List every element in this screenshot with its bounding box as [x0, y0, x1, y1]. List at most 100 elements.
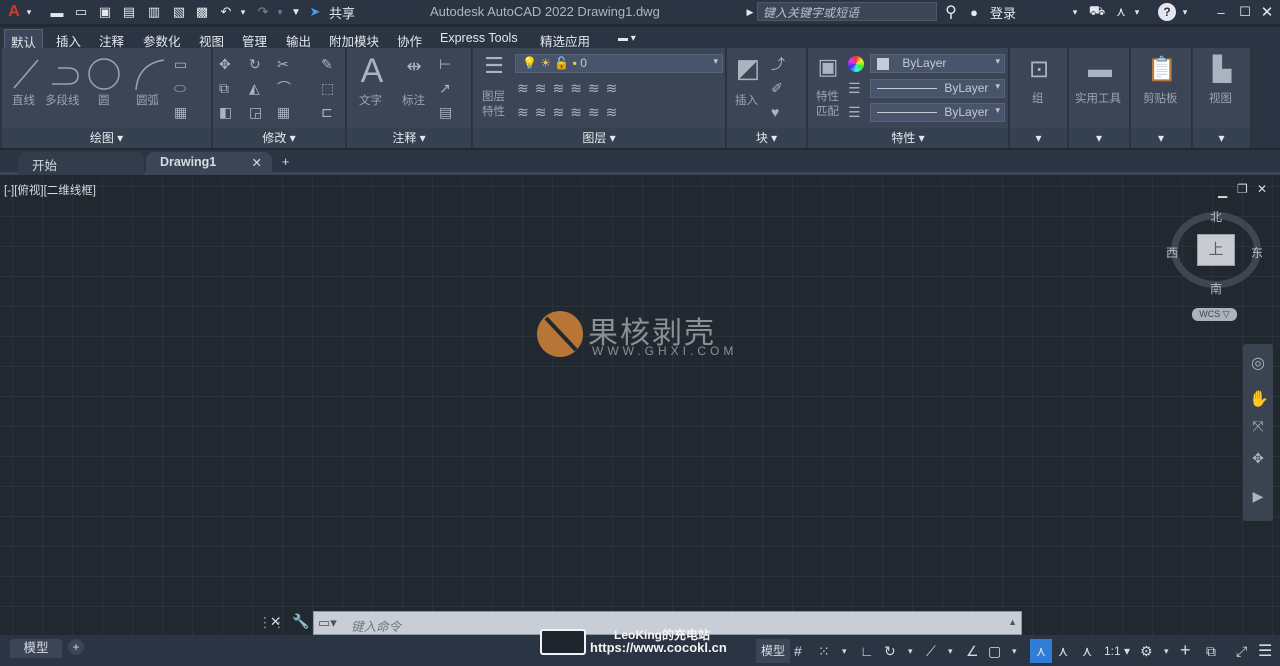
tab-addins[interactable]: 附加模块: [323, 29, 385, 49]
object-snap-tracking-icon[interactable]: ∠: [966, 643, 979, 660]
share-label[interactable]: 共享: [327, 3, 357, 21]
fillet-icon[interactable]: ⌒: [277, 80, 291, 96]
viewport-restore-icon[interactable]: ❐: [1237, 182, 1248, 196]
publish-icon[interactable]: ▥: [145, 3, 163, 21]
cart-icon[interactable]: ⛟: [1088, 3, 1106, 21]
rectangle-icon[interactable]: ▭: [174, 56, 187, 72]
clipboard-panel-title[interactable]: ▾: [1131, 128, 1191, 148]
command-line-close-icon[interactable]: ✕: [270, 614, 281, 630]
object-snap-icon[interactable]: ▢: [988, 643, 1001, 660]
drawing1-tab[interactable]: Drawing1 ✕: [146, 152, 272, 175]
recent-commands-icon[interactable]: ▭▾: [318, 615, 337, 631]
close-icon[interactable]: ✕: [1258, 3, 1276, 21]
utilities-label[interactable]: 实用工具: [1075, 90, 1121, 106]
viewport-minimize-icon[interactable]: ▁: [1218, 184, 1227, 198]
autodesk-app-icon[interactable]: ⋏: [1112, 3, 1130, 21]
login-dropdown-icon[interactable]: ▾: [1070, 3, 1080, 21]
block-attribute-icon[interactable]: ♥: [771, 104, 779, 120]
search-icon[interactable]: ⚲: [941, 3, 961, 21]
clean-screen-icon[interactable]: ⤢: [1236, 643, 1247, 660]
color-dropdown[interactable]: ByLayer ▾: [870, 54, 1005, 73]
tab-view[interactable]: 视图: [193, 29, 230, 49]
wcs-menu-button[interactable]: WCS ▽: [1192, 308, 1237, 321]
user-icon[interactable]: ●: [965, 3, 983, 21]
pan-icon[interactable]: ✋: [1249, 392, 1269, 408]
model-space-button[interactable]: 模型: [756, 639, 790, 663]
color-wheel-icon[interactable]: [848, 56, 864, 72]
group-icon[interactable]: ⊡: [1024, 56, 1054, 84]
linear-dim-icon[interactable]: ⊢: [439, 56, 451, 72]
layer-dropdown[interactable]: 💡 ☀ 🔓 ▪ 0 ▾: [515, 54, 723, 73]
drawing1-tab-close-icon[interactable]: ✕: [252, 155, 262, 170]
line-tool-label[interactable]: 直线: [12, 92, 35, 108]
dimension-tool-label[interactable]: 标注: [402, 92, 425, 108]
save-icon[interactable]: ▣: [96, 3, 114, 21]
steering-wheel-icon[interactable]: ◎: [1249, 356, 1267, 372]
annotate-panel-title[interactable]: 注释 ▾: [347, 128, 471, 148]
viewcube-west[interactable]: 西: [1166, 244, 1178, 261]
redo-icon[interactable]: ↷: [254, 3, 272, 21]
layer-properties-label[interactable]: 图层 特性: [482, 90, 505, 120]
showmotion-icon[interactable]: ▶: [1249, 488, 1267, 504]
object-snap-dropdown-icon[interactable]: ▾: [1012, 646, 1017, 657]
match-properties-label[interactable]: 特性 匹配: [816, 90, 839, 120]
isodraft-dropdown-icon[interactable]: ▾: [948, 646, 953, 657]
drawing-canvas[interactable]: [-][俯视][二维线框] ▁ ❐ ✕ 果核剥壳 WWW.GHXI.COM 北 …: [0, 178, 1280, 635]
help-icon[interactable]: ?: [1158, 3, 1176, 21]
layer-tools-row1-icons[interactable]: ≋≋≋≋≋≋: [517, 80, 627, 96]
search-expand-icon[interactable]: ▶: [744, 3, 756, 21]
stretch-icon[interactable]: ◧: [219, 104, 232, 120]
app-store-dropdown-icon[interactable]: ▾: [1132, 3, 1142, 21]
explode-icon[interactable]: ⬚: [321, 80, 334, 96]
mirror-icon[interactable]: ◭: [249, 80, 260, 96]
share-icon[interactable]: ➤: [306, 3, 324, 21]
layer-tools-row2-icons[interactable]: ≋≋≋≋≋≋: [517, 104, 627, 120]
minimize-icon[interactable]: –: [1212, 3, 1230, 21]
tab-manage[interactable]: 管理: [236, 29, 273, 49]
viewport-close-icon[interactable]: ✕: [1257, 182, 1267, 196]
viewcube-north[interactable]: 北: [1210, 208, 1222, 225]
undo-icon[interactable]: ↶: [217, 3, 235, 21]
text-icon[interactable]: A: [357, 54, 387, 88]
table-icon[interactable]: ▤: [439, 104, 452, 120]
model-layout-tab[interactable]: 模型: [10, 639, 62, 658]
workspace-gear-icon[interactable]: ⚙: [1140, 643, 1153, 660]
insert-block-label[interactable]: 插入: [735, 92, 758, 108]
layers-panel-title[interactable]: 图层 ▾: [473, 128, 725, 148]
array-icon[interactable]: ▦: [277, 104, 290, 120]
app-menu-chevron-icon[interactable]: ▾: [24, 3, 34, 21]
paste-icon[interactable]: 📋: [1147, 56, 1177, 84]
utilities-panel-title[interactable]: ▾: [1069, 128, 1129, 148]
edit-block-icon[interactable]: ✐: [771, 80, 783, 96]
view-label-tool[interactable]: 视图: [1209, 90, 1232, 106]
erase-icon[interactable]: ✎: [321, 56, 333, 72]
ribbon-minimize-icon[interactable]: ▬ ▾: [612, 29, 642, 48]
viewcube-top-face[interactable]: 上: [1197, 234, 1235, 266]
measure-icon[interactable]: ▬: [1085, 56, 1115, 84]
print-icon[interactable]: ▩: [193, 3, 211, 21]
tab-output[interactable]: 输出: [280, 29, 317, 49]
hatch-icon[interactable]: ▦: [174, 104, 187, 120]
snap-icon[interactable]: ⁙: [818, 643, 830, 660]
copy-icon[interactable]: ⧉: [219, 80, 229, 96]
tab-parametric[interactable]: 参数化: [137, 29, 187, 49]
command-line-customize-icon[interactable]: 🔧: [292, 613, 309, 630]
search-input[interactable]: 键入关键字或短语: [757, 2, 937, 21]
help-dropdown-icon[interactable]: ▾: [1180, 3, 1190, 21]
block-panel-title[interactable]: 块 ▾: [727, 128, 806, 148]
group-label[interactable]: 组: [1032, 90, 1044, 106]
annotation-scale-icon[interactable]: ⋏: [1082, 643, 1092, 660]
units-icon[interactable]: ⧉: [1206, 643, 1216, 660]
view-icon[interactable]: ▙: [1207, 56, 1237, 84]
dimension-icon[interactable]: ⇹: [399, 57, 429, 75]
leader-icon[interactable]: ↗: [439, 80, 451, 96]
clipboard-label[interactable]: 剪贴板: [1143, 90, 1178, 106]
orbit-icon[interactable]: ✥: [1249, 450, 1267, 466]
insert-block-icon[interactable]: ◩: [733, 54, 763, 82]
tab-featured-apps[interactable]: 精选应用: [534, 29, 596, 49]
export-icon[interactable]: ▧: [170, 3, 188, 21]
new-tab-button[interactable]: +: [276, 152, 300, 175]
tab-annotate[interactable]: 注释: [93, 29, 130, 49]
viewcube-south[interactable]: 南: [1210, 280, 1222, 297]
draw-panel-title[interactable]: 绘图 ▾: [2, 128, 211, 148]
